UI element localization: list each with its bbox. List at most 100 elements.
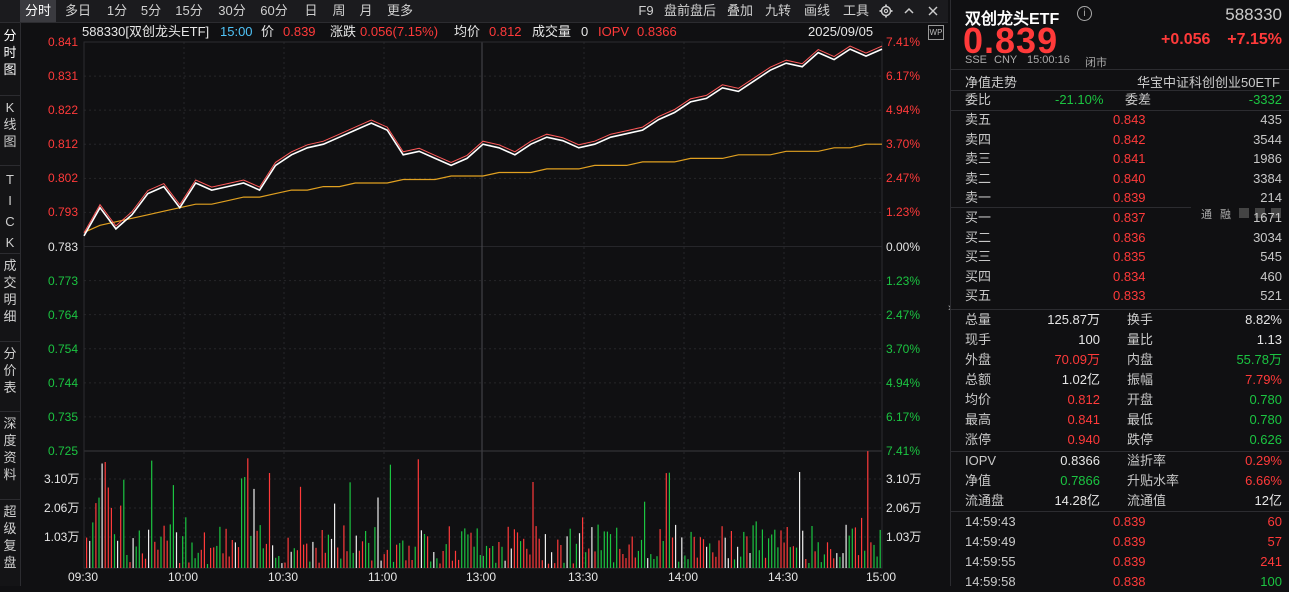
volume-bar bbox=[327, 534, 329, 568]
sell-price: 0.841 bbox=[1113, 151, 1146, 166]
y-price-tick: 0.812 bbox=[48, 137, 79, 152]
tick-time: 14:59:55 bbox=[965, 554, 1016, 569]
volume-bar bbox=[123, 479, 125, 568]
vtab-price-table[interactable]: 分价表 bbox=[0, 341, 20, 412]
buy-volume: 521 bbox=[1260, 288, 1282, 303]
y-pct-tick: 7.41% bbox=[886, 35, 921, 49]
tick-row: 14:59:43 0.839 60 bbox=[951, 512, 1289, 532]
tab-week[interactable]: 周 bbox=[328, 0, 350, 22]
tab-1min[interactable]: 1分 bbox=[102, 0, 132, 22]
buy-row[interactable]: 买一 0.837 1671 bbox=[951, 208, 1289, 228]
buy-row[interactable]: 买二 0.836 3034 bbox=[951, 228, 1289, 248]
volume-bar bbox=[89, 540, 91, 568]
buy-row[interactable]: 买四 0.834 460 bbox=[951, 267, 1289, 287]
volume-bar bbox=[92, 522, 94, 568]
buy-label: 买四 bbox=[965, 268, 992, 284]
tab-more[interactable]: 更多 bbox=[383, 0, 417, 22]
volume-bar bbox=[358, 550, 360, 568]
volume-bar bbox=[826, 542, 829, 568]
y-pct-tick: 6.17% bbox=[886, 409, 921, 424]
tab-5min[interactable]: 5分 bbox=[136, 0, 166, 22]
volume-bar bbox=[585, 552, 587, 568]
nine-turn-button[interactable]: 九转 bbox=[764, 0, 792, 22]
tab-60min[interactable]: 60分 bbox=[256, 0, 292, 22]
overlay-button[interactable]: 叠加 bbox=[725, 0, 755, 22]
stat-row: 总额 1.02亿 振幅 7.79% bbox=[965, 372, 1282, 387]
volume-bar bbox=[857, 555, 860, 568]
volume-bar bbox=[637, 550, 639, 568]
volume-bar bbox=[644, 501, 646, 568]
volume-bar bbox=[392, 561, 395, 568]
volume-bar bbox=[594, 551, 596, 568]
volume-bar bbox=[361, 541, 364, 568]
tab-multiday[interactable]: 多日 bbox=[62, 0, 94, 22]
price-chart-svg bbox=[83, 41, 883, 569]
tick-price: 0.839 bbox=[1113, 514, 1146, 529]
y-price-tick: 0.764 bbox=[48, 307, 79, 322]
chevron-up-icon[interactable] bbox=[900, 0, 918, 22]
volume-bar bbox=[498, 542, 500, 568]
volume-bar bbox=[191, 542, 193, 568]
y-price-tick: 0.802 bbox=[48, 171, 79, 186]
vtab-super-review[interactable]: 超级复盘 bbox=[0, 499, 20, 590]
volume-bar bbox=[169, 524, 171, 568]
vtab-tick[interactable]: TICK bbox=[0, 165, 20, 254]
buy-row[interactable]: 买三 0.835 545 bbox=[951, 247, 1289, 267]
volume-bar bbox=[151, 460, 153, 568]
volume-bar bbox=[532, 482, 534, 568]
volume-bar bbox=[873, 544, 875, 568]
volume-bar bbox=[557, 539, 559, 568]
tab-month[interactable]: 月 bbox=[355, 0, 377, 22]
info-icon[interactable]: i bbox=[1077, 6, 1092, 21]
sell-row[interactable]: 卖四 0.842 3544 bbox=[951, 130, 1289, 150]
tab-day[interactable]: 日 bbox=[300, 0, 322, 22]
volume-bar bbox=[107, 487, 109, 568]
vtab-timeshare[interactable]: 分时图 bbox=[0, 23, 20, 96]
sell-price: 0.843 bbox=[1113, 112, 1146, 127]
y-pct-tick: 2.47% bbox=[886, 307, 921, 322]
weicha-value: -3332 bbox=[1248, 92, 1282, 107]
sell-row[interactable]: 卖三 0.841 1986 bbox=[951, 149, 1289, 169]
buy-row[interactable]: 买五 0.833 521 bbox=[951, 286, 1289, 306]
volume-bar bbox=[510, 548, 512, 568]
volume-bar bbox=[225, 528, 227, 568]
volume-bar bbox=[578, 533, 581, 568]
volume-bar bbox=[861, 517, 863, 568]
draw-line-button[interactable]: 画线 bbox=[802, 0, 832, 22]
volume-bar bbox=[98, 497, 100, 568]
f9-button[interactable]: F9 bbox=[636, 0, 656, 22]
iopv-line bbox=[83, 45, 883, 234]
tools-button[interactable]: 工具 bbox=[841, 0, 871, 22]
volume-bar bbox=[237, 547, 240, 568]
tab-15min[interactable]: 15分 bbox=[172, 0, 206, 22]
tab-30min[interactable]: 30分 bbox=[214, 0, 250, 22]
nav-trend-link[interactable]: 净值走势 bbox=[965, 72, 1017, 91]
vtab-kline[interactable]: K线图 bbox=[0, 95, 20, 166]
volume-bar bbox=[712, 552, 714, 568]
volume-bar bbox=[634, 557, 636, 568]
vtab-depth-data[interactable]: 深度资料 bbox=[0, 411, 20, 500]
sell-row[interactable]: 卖二 0.840 3384 bbox=[951, 169, 1289, 189]
stat-row: 最高 0.841 最低 0.780 bbox=[965, 412, 1282, 427]
volume-bar bbox=[324, 552, 326, 568]
volume-bar bbox=[746, 536, 748, 568]
tab-fenshi[interactable]: 分时 bbox=[20, 0, 56, 22]
settings-gear-icon[interactable] bbox=[876, 0, 896, 22]
sell-price: 0.840 bbox=[1113, 170, 1146, 186]
volume-bar bbox=[786, 527, 788, 568]
x-time-tick: 14:30 bbox=[768, 570, 799, 584]
sell-row[interactable]: 卖五 0.843 435 bbox=[951, 110, 1289, 130]
tick-row: 14:59:58 0.838 100 bbox=[951, 572, 1289, 592]
close-icon[interactable] bbox=[924, 0, 942, 22]
vtab-trade-detail[interactable]: 成交明细 bbox=[0, 253, 20, 342]
volume-bar bbox=[724, 537, 726, 568]
tick-volume: 241 bbox=[1260, 554, 1282, 569]
volume-bar bbox=[290, 551, 292, 568]
y-pct-tick: 6.17% bbox=[886, 69, 921, 84]
y-pct-tick: 3.70% bbox=[886, 137, 921, 152]
premarket-button[interactable]: 盘前盘后 bbox=[662, 0, 718, 22]
volume-bar bbox=[138, 530, 140, 568]
volume-bar bbox=[516, 532, 519, 568]
sell-row[interactable]: 卖一 0.839 214 bbox=[951, 188, 1289, 208]
volume-bar bbox=[272, 545, 274, 568]
